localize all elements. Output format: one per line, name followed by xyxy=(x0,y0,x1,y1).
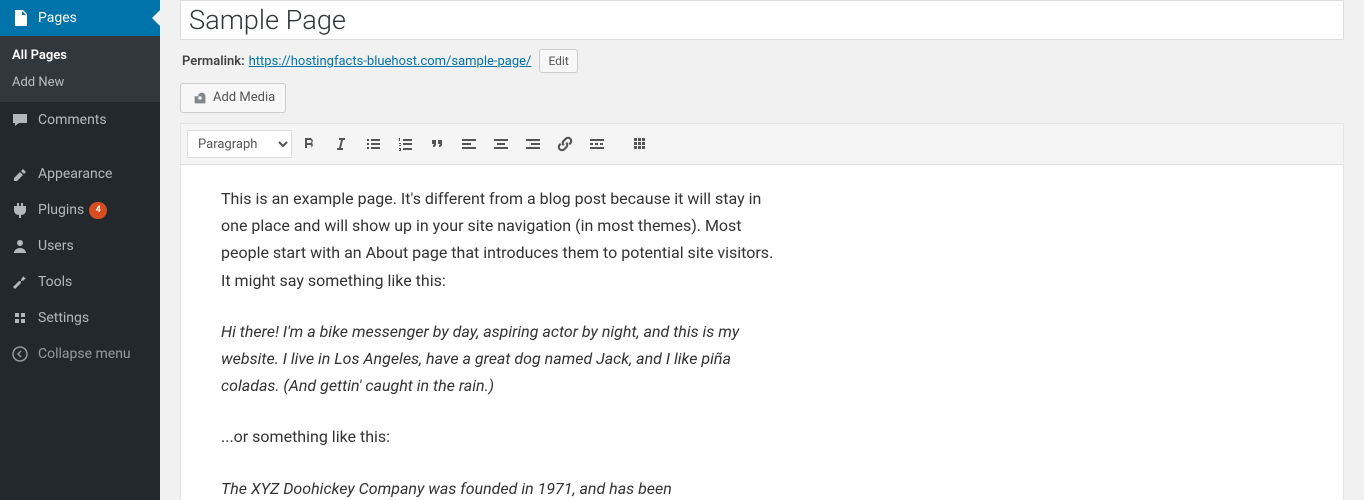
sidebar-item-label: Appearance xyxy=(38,166,112,182)
plugins-icon xyxy=(10,200,30,220)
settings-icon xyxy=(10,308,30,328)
italic-button[interactable] xyxy=(326,129,356,159)
sidebar-item-appearance[interactable]: Appearance xyxy=(0,156,160,192)
sidebar-item-settings[interactable]: Settings xyxy=(0,300,160,336)
users-icon xyxy=(10,236,30,256)
sidebar-item-tools[interactable]: Tools xyxy=(0,264,160,300)
sidebar-item-collapse[interactable]: Collapse menu xyxy=(0,336,160,372)
permalink-url[interactable]: https://hostingfacts-bluehost.com/sample… xyxy=(249,54,532,69)
permalink-label: Permalink: xyxy=(182,54,245,69)
align-right-button[interactable] xyxy=(518,129,548,159)
comments-icon xyxy=(10,110,30,130)
more-button[interactable] xyxy=(582,129,612,159)
submenu-all-pages[interactable]: All Pages xyxy=(0,42,160,69)
content-p1: This is an example page. It's different … xyxy=(221,185,781,294)
sidebar-item-users[interactable]: Users xyxy=(0,228,160,264)
page-title-input[interactable] xyxy=(180,0,1344,40)
ol-button[interactable] xyxy=(390,129,420,159)
sidebar-item-plugins[interactable]: Plugins 4 xyxy=(0,192,160,228)
admin-sidebar: Pages All Pages Add New Comments Appeara… xyxy=(0,0,160,500)
media-icon xyxy=(191,89,209,107)
content-p2: Hi there! I'm a bike messenger by day, a… xyxy=(221,322,739,395)
sidebar-item-label: Settings xyxy=(38,310,89,326)
edit-permalink-button[interactable]: Edit xyxy=(539,49,577,73)
editor-body[interactable]: This is an example page. It's different … xyxy=(181,165,821,500)
sidebar-item-label: Pages xyxy=(38,10,77,26)
align-center-button[interactable] xyxy=(486,129,516,159)
quote-button[interactable] xyxy=(422,129,452,159)
ul-button[interactable] xyxy=(358,129,388,159)
add-media-label: Add Media xyxy=(213,84,275,112)
sidebar-item-label: Tools xyxy=(38,274,72,290)
editor-toolbar: Paragraph xyxy=(181,124,1343,165)
sidebar-item-label: Plugins xyxy=(38,202,84,218)
editor-frame: Paragraph This is an example page. It's … xyxy=(180,123,1344,500)
sidebar-item-comments[interactable]: Comments xyxy=(0,102,160,138)
add-media-button[interactable]: Add Media xyxy=(180,83,286,113)
pages-submenu: All Pages Add New xyxy=(0,36,160,102)
align-left-button[interactable] xyxy=(454,129,484,159)
link-button[interactable] xyxy=(550,129,580,159)
appearance-icon xyxy=(10,164,30,184)
content-p3: ...or something like this: xyxy=(221,423,781,450)
submenu-add-new[interactable]: Add New xyxy=(0,69,160,96)
content-p4: The XYZ Doohickey Company was founded in… xyxy=(221,479,672,498)
sidebar-item-label: Comments xyxy=(38,112,107,128)
plugins-badge: 4 xyxy=(89,202,107,219)
toolbar-toggle-button[interactable] xyxy=(626,129,656,159)
tools-icon xyxy=(10,272,30,292)
pages-icon xyxy=(10,8,30,28)
permalink-row: Permalink: https://hostingfacts-bluehost… xyxy=(180,43,1344,83)
sidebar-item-label: Users xyxy=(38,238,74,254)
collapse-icon xyxy=(10,344,30,364)
format-select[interactable]: Paragraph xyxy=(187,130,292,158)
editor-content: Permalink: https://hostingfacts-bluehost… xyxy=(160,0,1364,500)
sidebar-item-label: Collapse menu xyxy=(38,346,131,362)
sidebar-item-pages[interactable]: Pages xyxy=(0,0,160,36)
bold-button[interactable] xyxy=(294,129,324,159)
